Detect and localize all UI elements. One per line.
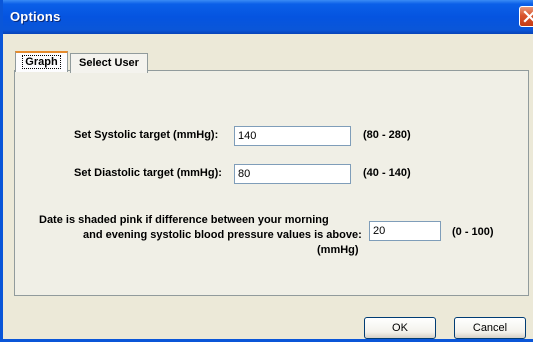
close-button[interactable] [519, 6, 533, 27]
tab-graph-label: Graph [22, 55, 61, 69]
systolic-input[interactable] [234, 126, 351, 146]
difference-range: (0 - 100) [452, 226, 494, 238]
tab-graph[interactable]: Graph [15, 51, 68, 72]
tab-select-user-label: Select User [79, 57, 139, 69]
title-bar[interactable]: Options [3, 0, 533, 34]
diastolic-label: Set Diastolic target (mmHg): [74, 167, 222, 179]
diastolic-input[interactable] [234, 164, 351, 184]
close-icon [523, 10, 533, 23]
options-dialog: Options Set Systolic target (mmHg): (80 … [0, 0, 533, 342]
window-title: Options [10, 9, 61, 24]
tab-panel-graph: Set Systolic target (mmHg): (80 - 280) S… [14, 70, 529, 296]
difference-input[interactable] [369, 221, 441, 241]
difference-label-line2: and evening systolic blood pressure valu… [83, 229, 362, 241]
cancel-button[interactable]: Cancel [454, 317, 526, 339]
difference-label-line1: Date is shaded pink if difference betwee… [39, 214, 329, 226]
tab-select-user[interactable]: Select User [70, 53, 148, 73]
systolic-label: Set Systolic target (mmHg): [74, 129, 219, 141]
ok-button[interactable]: OK [364, 317, 436, 339]
difference-label-unit: (mmHg) [317, 244, 359, 256]
diastolic-range: (40 - 140) [363, 167, 411, 179]
systolic-range: (80 - 280) [363, 129, 411, 141]
